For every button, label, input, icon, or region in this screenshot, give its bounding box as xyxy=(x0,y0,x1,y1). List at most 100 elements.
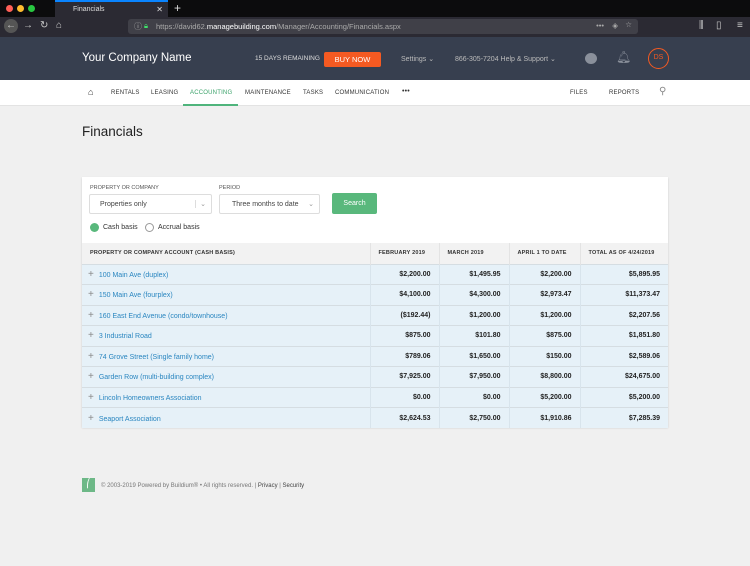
security-link[interactable]: Security xyxy=(283,483,305,489)
property-link[interactable]: +74 Grove Street (Single family home) xyxy=(82,345,371,367)
nav-accounting[interactable]: ACCOUNTING xyxy=(190,90,232,96)
property-name[interactable]: 100 Main Ave (duplex) xyxy=(99,272,169,279)
nav-more[interactable]: ••• xyxy=(402,88,410,95)
buy-now-button[interactable]: BUY NOW xyxy=(324,52,381,67)
amount-cell: $7,285.39 xyxy=(580,407,668,428)
back-icon[interactable]: ← xyxy=(4,19,18,33)
property-select[interactable]: Properties only ⌄ xyxy=(89,194,212,214)
property-link[interactable]: +3 Industrial Road xyxy=(82,325,371,346)
bookmark-star-icon[interactable]: ☆ xyxy=(625,20,632,29)
property-name[interactable]: Lincoln Homeowners Association xyxy=(99,395,202,402)
reload-icon[interactable]: ↻ xyxy=(40,20,48,31)
amount-cell: $0.00 xyxy=(370,386,440,408)
property-name[interactable]: 74 Grove Street (Single family home) xyxy=(99,354,214,361)
nav-maintenance[interactable]: MAINTENANCE xyxy=(245,90,291,96)
expand-plus-icon[interactable]: + xyxy=(88,351,94,362)
main-nav: ⌂ RENTALS LEASING ACCOUNTING MAINTENANCE… xyxy=(0,80,750,106)
property-name[interactable]: 160 East End Avenue (condo/townhouse) xyxy=(99,313,228,320)
amount-cell: $8,800.00 xyxy=(509,366,581,387)
more-icon[interactable]: ••• xyxy=(596,21,604,30)
amount-cell: $2,750.00 xyxy=(439,407,510,428)
expand-plus-icon[interactable]: + xyxy=(88,413,94,424)
close-tab-icon[interactable]: ✕ xyxy=(156,5,163,14)
library-icon[interactable]: ⫼ xyxy=(699,20,704,31)
home-nav-icon[interactable]: ⌂ xyxy=(88,87,94,97)
nav-leasing[interactable]: LEASING xyxy=(151,90,178,96)
amount-cell: $150.00 xyxy=(509,345,581,367)
sidebar-icon[interactable]: ▯ xyxy=(716,20,722,31)
table-row: +100 Main Ave (duplex) $2,200.00 $1,495.95… xyxy=(82,263,668,285)
property-link[interactable]: + Seaport Association xyxy=(82,407,371,428)
amount-cell: $4,100.00 xyxy=(370,284,440,305)
amount-cell: $7,950.00 xyxy=(439,366,510,387)
property-link[interactable]: +150 Main Ave (fourplex) xyxy=(82,284,371,305)
settings-menu[interactable]: Settings ⌄ xyxy=(401,55,434,63)
nav-files[interactable]: FILES xyxy=(570,90,588,96)
chat-icon[interactable] xyxy=(585,53,597,64)
property-name[interactable]: 150 Main Ave (fourplex) xyxy=(99,292,173,299)
table-row: +160 East End Avenue (condo/townhouse) ($… xyxy=(82,304,668,326)
table-row: +74 Grove Street (Single family home) $78… xyxy=(82,345,668,367)
amount-cell: $7,925.00 xyxy=(370,366,440,387)
property-name[interactable]: 3 Industrial Road xyxy=(99,333,152,340)
expand-plus-icon[interactable]: + xyxy=(88,330,94,341)
footer: © 2003-2019 Powered by Buildium® • All r… xyxy=(101,483,305,489)
url-bar[interactable]: ⓘ 🔒︎ https://david62.managebuilding.com/Ma… xyxy=(128,19,638,34)
accrual-basis-label[interactable]: Accrual basis xyxy=(158,224,200,231)
chevron-down-icon: ⌄ xyxy=(195,200,206,208)
amount-cell: $101.80 xyxy=(439,325,510,346)
accrual-basis-radio[interactable] xyxy=(145,223,154,232)
close-window-icon[interactable] xyxy=(6,5,13,12)
property-name[interactable]: Garden Row (multi-building complex) xyxy=(99,374,214,381)
nav-tasks[interactable]: TASKS xyxy=(303,90,323,96)
new-tab-icon[interactable]: + xyxy=(174,1,181,15)
info-icon[interactable]: ⓘ xyxy=(134,21,142,32)
period-select[interactable]: Three months to date ⌄ xyxy=(219,194,320,214)
property-link[interactable]: +160 East End Avenue (condo/townhouse) xyxy=(82,304,371,326)
tab-title: Financials xyxy=(73,6,105,13)
cash-basis-radio[interactable] xyxy=(90,223,99,232)
cash-basis-label[interactable]: Cash basis xyxy=(103,224,138,231)
menu-icon[interactable]: ≡ xyxy=(737,20,743,31)
help-support-menu[interactable]: 866-305-7204 Help & Support ⌄ xyxy=(455,55,556,63)
nav-reports[interactable]: REPORTS xyxy=(609,90,639,96)
expand-plus-icon[interactable]: + xyxy=(88,310,94,321)
user-avatar[interactable]: DS xyxy=(648,48,669,69)
property-link[interactable]: + Garden Row (multi-building complex) xyxy=(82,366,371,387)
expand-plus-icon[interactable]: + xyxy=(88,269,94,280)
search-icon[interactable]: ⚲ xyxy=(659,86,667,97)
property-link[interactable]: + Lincoln Homeowners Association xyxy=(82,386,371,408)
lock-icon: 🔒︎ xyxy=(144,21,148,30)
period-label: PERIOD xyxy=(219,185,241,191)
property-name[interactable]: Seaport Association xyxy=(99,416,161,423)
browser-tab[interactable]: Financials ✕ xyxy=(55,0,168,17)
expand-plus-icon[interactable]: + xyxy=(88,289,94,300)
amount-cell: $2,207.56 xyxy=(580,304,668,326)
company-name[interactable]: Your Company Name xyxy=(82,52,192,64)
table-row: + Garden Row (multi-building complex) $7,9… xyxy=(82,366,668,387)
expand-plus-icon[interactable]: + xyxy=(88,371,94,382)
notifications-bell-icon[interactable]: 🔔︎ xyxy=(616,50,631,64)
pocket-icon[interactable]: ◈ xyxy=(612,21,618,30)
amount-cell: $5,200.00 xyxy=(509,386,581,408)
minimize-window-icon[interactable] xyxy=(17,5,24,12)
column-header: MARCH 2019 xyxy=(439,243,510,264)
nav-communication[interactable]: COMMUNICATION xyxy=(335,90,389,96)
forward-icon[interactable]: → xyxy=(23,20,33,31)
maximize-window-icon[interactable] xyxy=(28,5,35,12)
amount-cell: $2,200.00 xyxy=(370,263,440,285)
column-header: APRIL 1 TO DATE xyxy=(509,243,581,264)
amount-cell: $1,910.86 xyxy=(509,407,581,428)
amount-cell: $2,973.47 xyxy=(509,284,581,305)
page-title: Financials xyxy=(82,124,143,139)
browser-tab-bar: Financials ✕ + xyxy=(0,0,750,17)
financials-table: PROPERTY OR COMPANY ACCOUNT (CASH BASIS)… xyxy=(82,243,668,428)
expand-plus-icon[interactable]: + xyxy=(88,392,94,403)
property-link[interactable]: +100 Main Ave (duplex) xyxy=(82,263,371,285)
search-button[interactable]: Search xyxy=(332,193,377,214)
amount-cell: $2,624.53 xyxy=(370,407,440,428)
nav-rentals[interactable]: RENTALS xyxy=(111,90,140,96)
home-icon[interactable]: ⌂ xyxy=(56,20,62,31)
column-header: PROPERTY OR COMPANY ACCOUNT (CASH BASIS) xyxy=(82,243,371,264)
privacy-link[interactable]: Privacy xyxy=(258,483,278,489)
